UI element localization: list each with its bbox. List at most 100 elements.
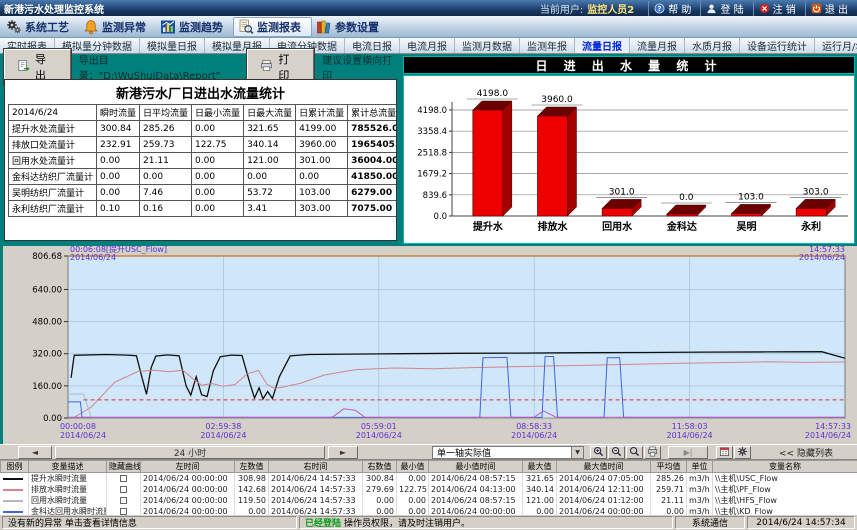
title-bar: 新港污水处理监控系统 当前用户: 监控人员2 ? 帮 助 登 陆 注 销 退 出 xyxy=(0,0,857,16)
curve-table-col-header: 左时间 xyxy=(141,461,235,473)
flow-cell: 122.75 xyxy=(192,137,244,153)
subtab-13[interactable]: 运行月/年报 xyxy=(815,38,857,53)
subtab-8[interactable]: 监测年报 xyxy=(520,38,575,53)
trend-x-date-label: 2014/06/24 xyxy=(60,431,106,440)
curve-legend-cell xyxy=(1,484,29,495)
curve-cell: 21.11 xyxy=(651,495,687,506)
curve-name-cell: 提升水瞬时流量 xyxy=(29,473,107,485)
curve-cell: 2014/06/24 00:00:00 xyxy=(429,506,523,515)
bar-category-label: 提升水 xyxy=(473,220,504,233)
flow-table-col-header: 瞬时流量 xyxy=(97,105,140,121)
hide-curve-checkbox[interactable] xyxy=(120,497,127,504)
bar-y-tick-label: 1679.2 xyxy=(417,170,447,180)
trend-x-date-label: 2014/06/24 xyxy=(200,431,246,440)
curve-cell: 259.71 xyxy=(651,484,687,495)
table-row: 提升水处流量计300.84285.260.00321.654199.007855… xyxy=(9,121,398,137)
alarm-status[interactable]: 没有新的异常 单击查看详情信息 xyxy=(2,516,297,529)
zoom-reset-icon xyxy=(629,446,640,459)
subtab-6[interactable]: 电流月报 xyxy=(400,38,455,53)
menu-item-alarm[interactable]: 监测异常 xyxy=(79,17,156,37)
flow-cell: 4199.00 xyxy=(296,121,348,137)
zoom-out-button[interactable] xyxy=(608,446,625,459)
logout-button[interactable]: 注 销 xyxy=(753,1,801,16)
curve-hide-cell xyxy=(107,484,141,495)
calendar-button[interactable] xyxy=(716,446,733,459)
subtab-11[interactable]: 水质月报 xyxy=(685,38,740,53)
scroll-left-button[interactable]: ◄ xyxy=(18,446,52,459)
flow-row-name: 金科达纺织厂流量计 xyxy=(9,169,97,185)
flow-table-col-header: 累计总流量 xyxy=(348,105,397,121)
login-button[interactable]: 登 陆 xyxy=(700,1,748,16)
subtab-12[interactable]: 设备运行统计 xyxy=(740,38,815,53)
subtab-10[interactable]: 流量月报 xyxy=(630,38,685,53)
bell-icon xyxy=(83,19,99,35)
flow-cell: 301.00 xyxy=(296,153,348,169)
help-button-label: 帮 助 xyxy=(668,1,691,16)
menu-item-label: 监测异常 xyxy=(102,19,146,35)
hide-curve-checkbox[interactable] xyxy=(120,508,127,515)
curve-cell: 2014/06/24 12:11:00 xyxy=(557,484,651,495)
chevron-down-icon: ▼ xyxy=(571,447,583,458)
help-icon: ? xyxy=(654,3,665,14)
bar xyxy=(732,213,762,216)
play-icon: ▶| xyxy=(684,448,693,457)
curve-table-panel: 图例变量描述隐藏曲线左时间左数值右时间右数值最小值最小值时间最大值最大值时间平均… xyxy=(0,459,857,515)
bar-value-label: 4198.0 xyxy=(477,89,509,99)
subtab-9[interactable]: 流量日报 xyxy=(575,38,630,53)
curve-cell: 0.00 xyxy=(363,506,397,515)
print-hint: 建议设置横向打印 xyxy=(322,52,397,82)
main-menu-bar: 系统工艺 监测异常 监测趋势 监测报表 参数设置 xyxy=(0,16,857,38)
curve-cell: \\主机\PF_Flow xyxy=(713,484,857,495)
table-row: 排放水瞬时流量2014/06/24 00:00:00142.682014/06/… xyxy=(1,484,857,495)
time-range-slider[interactable]: 24 小时 xyxy=(55,446,325,459)
flow-cell: 321.65 xyxy=(244,121,296,137)
curve-cell: 0.00 xyxy=(651,506,687,515)
exit-button[interactable]: 退 出 xyxy=(805,1,853,16)
logout-icon xyxy=(759,3,770,14)
bar-value-label: 103.0 xyxy=(738,192,764,202)
hide-curve-checkbox[interactable] xyxy=(120,475,127,482)
zoom-in-button[interactable] xyxy=(590,446,607,459)
curve-cell: 2014/06/24 00:00:00 xyxy=(557,506,651,515)
flow-row-name: 提升水处流量计 xyxy=(9,121,97,137)
zoom-reset-button[interactable] xyxy=(626,446,643,459)
trend-x-date-label: 2014/06/24 xyxy=(356,431,402,440)
flow-cell: 36004.00 xyxy=(348,153,397,169)
subtab-7[interactable]: 监测月数据 xyxy=(455,38,520,53)
hide-list-button[interactable]: << 隐藏列表 xyxy=(758,446,854,459)
print-trend-button[interactable] xyxy=(644,446,661,459)
scroll-right-button[interactable]: ► xyxy=(328,446,358,459)
settings-gear-button[interactable] xyxy=(734,446,751,459)
trend-icon xyxy=(160,19,176,35)
value-mode-select[interactable]: 单一轴实际值 ▼ xyxy=(432,446,584,459)
bar xyxy=(538,116,568,216)
flow-cell: 3.41 xyxy=(244,201,296,217)
bar-chart-area: 4198.03358.42518.81679.2839.60.04198.0提升… xyxy=(403,75,855,244)
menu-item-trend[interactable]: 监测趋势 xyxy=(156,17,233,37)
menu-item-settings[interactable]: 参数设置 xyxy=(312,17,389,37)
trend-y-tick-label: 320.00 xyxy=(32,350,62,360)
export-icon xyxy=(17,59,30,75)
trend-controls: ◄ 24 小时 ► 单一轴实际值 ▼ ▶| << 隐藏列表 xyxy=(0,444,857,459)
login-icon xyxy=(706,3,717,14)
play-button[interactable]: ▶| xyxy=(668,446,708,459)
help-button[interactable]: ? 帮 助 xyxy=(648,1,696,16)
curve-cell: 2014/06/24 01:12:00 xyxy=(557,495,651,506)
flow-cell: 7.46 xyxy=(140,185,192,201)
trend-x-date-label: 2014/06/24 xyxy=(667,431,713,440)
curve-cell: 2014/06/24 07:05:00 xyxy=(557,473,651,485)
hide-curve-checkbox[interactable] xyxy=(120,486,127,493)
curve-cell: 2014/06/24 14:57:33 xyxy=(269,495,363,506)
flow-cell: 41850.00 xyxy=(348,169,397,185)
table-row: 金科达纺织厂流量计0.000.000.000.000.0041850.00 xyxy=(9,169,398,185)
table-row: 永利纺织厂流量计0.100.160.003.41303.007075.00 xyxy=(9,201,398,217)
menu-item-system-process[interactable]: 系统工艺 xyxy=(2,17,79,37)
flow-table-col-header: 日平均流量 xyxy=(140,105,192,121)
flow-cell: 1965405.00 xyxy=(348,137,397,153)
table-row: 提升水瞬时流量2014/06/24 00:00:00308.982014/06/… xyxy=(1,473,857,485)
curve-table-col-header: 最小值 xyxy=(397,461,429,473)
app-window: 新港污水处理监控系统 当前用户: 监控人员2 ? 帮 助 登 陆 注 销 退 出 xyxy=(0,0,857,530)
curve-table-col-header: 单位 xyxy=(687,461,713,473)
zoom-in-icon xyxy=(593,446,604,459)
menu-item-reports[interactable]: 监测报表 xyxy=(233,17,312,37)
